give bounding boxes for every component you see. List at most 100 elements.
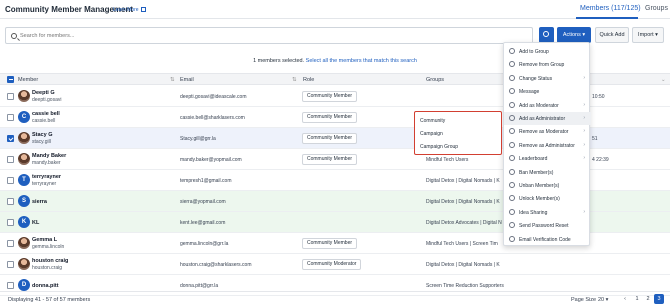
submenu-item-campaign[interactable]: Campaign	[420, 131, 443, 137]
member-name[interactable]: KL	[32, 220, 39, 226]
avatar	[18, 132, 30, 144]
search-box[interactable]	[5, 27, 533, 44]
chevron-right-icon: ›	[583, 74, 585, 81]
submenu-item-campaign-group[interactable]: Campaign Group	[420, 144, 458, 150]
quick-add-button[interactable]: Quick Add	[595, 27, 629, 43]
menu-item[interactable]: Send Password Reset	[504, 219, 591, 232]
prev-page-button[interactable]: ‹	[620, 294, 630, 304]
member-name[interactable]: Stacy G	[32, 132, 52, 138]
page-button[interactable]: 1	[632, 294, 642, 304]
learn-more-link[interactable]: Learn More	[113, 7, 146, 13]
last-login: 10:50	[592, 94, 605, 100]
member-name[interactable]: cassie bell	[32, 111, 60, 117]
last-login: 51	[592, 136, 598, 142]
menu-item-label: Ban Member(s)	[519, 169, 554, 176]
menu-item[interactable]: Idea Sharing ›	[504, 206, 591, 219]
row-checkbox[interactable]	[7, 219, 14, 226]
column-email[interactable]: Email	[180, 77, 194, 83]
menu-item-icon	[509, 168, 515, 175]
menu-item[interactable]: Remove from Group	[504, 58, 591, 71]
row-checkbox[interactable]	[7, 198, 14, 205]
member-name[interactable]: houston craig	[32, 258, 68, 264]
external-link-icon	[140, 7, 146, 12]
avatar	[18, 153, 30, 165]
search-icon	[11, 33, 17, 39]
role-badge: Community Member	[302, 133, 358, 144]
menu-item[interactable]: Unlock Member(s)	[504, 192, 591, 205]
menu-item[interactable]: Ban Member(s)	[504, 166, 591, 179]
member-email: Stacy.gill@grr.la	[180, 136, 216, 142]
menu-item[interactable]: Add as Administrator ›	[504, 112, 591, 125]
member-name[interactable]: terryrayner	[32, 174, 61, 180]
sort-icon[interactable]: ⇅	[170, 77, 175, 83]
menu-item-label: Idea Sharing	[519, 209, 548, 216]
menu-item-icon	[509, 222, 515, 229]
menu-item-icon	[509, 155, 515, 162]
member-name[interactable]: sierra	[32, 199, 47, 205]
avatar: T	[18, 174, 30, 186]
menu-item-icon	[509, 128, 515, 135]
page-size-select[interactable]: 20 ▾	[598, 297, 608, 303]
search-button[interactable]	[539, 27, 554, 43]
member-name[interactable]: donna.pitt	[32, 283, 59, 289]
select-all-link[interactable]: Select all the members that match this s…	[306, 58, 417, 64]
search-input[interactable]	[20, 31, 520, 41]
chevron-right-icon: ›	[583, 115, 585, 121]
menu-item[interactable]: Unban Member(s)	[504, 179, 591, 192]
member-email: cassie.bell@sharklasers.com	[180, 115, 245, 121]
row-checkbox[interactable]	[7, 261, 14, 268]
actions-button[interactable]: Actions ▾	[557, 27, 591, 43]
submenu-item-community[interactable]: Community	[420, 118, 445, 124]
avatar: K	[18, 216, 30, 228]
row-checkbox[interactable]	[7, 156, 14, 163]
top-bar: Community Member Management Learn More M…	[0, 0, 670, 19]
table-footer: Displaying 41 - 57 of 57 members Page Si…	[0, 291, 670, 308]
select-all-checkbox[interactable]	[7, 76, 14, 83]
chevron-down-icon[interactable]: ⌄	[661, 77, 666, 83]
sort-icon[interactable]: ⇅	[292, 77, 297, 83]
row-checkbox[interactable]	[7, 240, 14, 247]
chevron-right-icon: ›	[583, 208, 585, 215]
menu-item-icon	[509, 195, 515, 202]
row-checkbox[interactable]	[7, 114, 14, 121]
menu-item-icon	[509, 88, 515, 95]
menu-item-icon	[509, 235, 515, 242]
member-email: kent.lee@gmail.com	[180, 220, 226, 226]
menu-item-label: Send Password Reset	[519, 223, 569, 230]
tab-groups[interactable]: Groups	[645, 5, 668, 12]
menu-item[interactable]: Change Status ›	[504, 72, 591, 85]
table-row[interactable]: houston craig houston.craig houston.craig@…	[0, 254, 670, 275]
column-role[interactable]: Role	[303, 77, 314, 83]
member-name[interactable]: Gemma L	[32, 237, 57, 243]
menu-item[interactable]: Leaderboard ›	[504, 152, 591, 165]
page-button-current[interactable]: 3	[654, 294, 664, 304]
column-groups[interactable]: Groups	[426, 77, 444, 83]
menu-item[interactable]: Remove as Administrator ›	[504, 139, 591, 152]
role-badge: Community Member	[302, 154, 358, 165]
row-checkbox[interactable]	[7, 93, 14, 100]
page-button[interactable]: 2	[643, 294, 653, 304]
chevron-right-icon: ›	[583, 155, 585, 162]
menu-item-icon	[509, 74, 515, 81]
menu-item-label: Add as Moderator	[519, 102, 559, 109]
menu-item-label: Remove from Group	[519, 62, 565, 69]
row-checkbox[interactable]	[7, 282, 14, 289]
import-button[interactable]: Import ▾	[632, 27, 664, 43]
member-groups: Digital Detox | Digital Nomads | K	[426, 178, 500, 184]
menu-item-icon	[509, 115, 515, 121]
menu-item[interactable]: Message	[504, 85, 591, 98]
member-email: tempresh1@gmail.com	[180, 178, 232, 184]
menu-item[interactable]: Add to Group	[504, 45, 591, 58]
role-badge: Community Member	[302, 238, 358, 249]
menu-item[interactable]: Remove as Moderator ›	[504, 125, 591, 138]
column-member[interactable]: Member	[18, 77, 38, 83]
menu-item[interactable]: Email Verification Code	[504, 233, 591, 246]
member-name[interactable]: Deepti G	[32, 90, 55, 96]
menu-item[interactable]: Add as Moderator ›	[504, 99, 591, 112]
menu-item-icon	[509, 48, 515, 54]
tab-members[interactable]: Members (117/125)	[580, 5, 641, 12]
row-checkbox[interactable]	[7, 135, 14, 142]
row-checkbox[interactable]	[7, 177, 14, 184]
member-email: sierra@yopmail.com	[180, 199, 226, 205]
member-name[interactable]: Mandy Baker	[32, 153, 66, 159]
